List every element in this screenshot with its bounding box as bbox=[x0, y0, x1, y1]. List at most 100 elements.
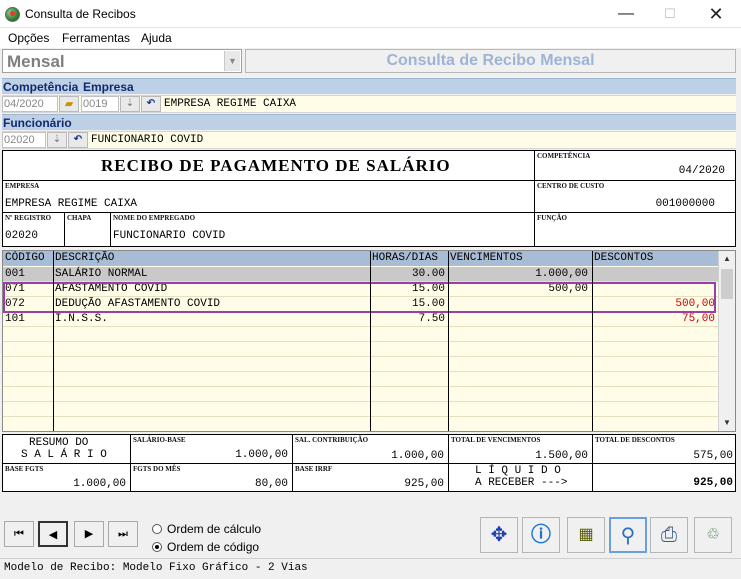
funcionario-name: FUNCIONARIO COVID bbox=[91, 134, 204, 146]
recycle-bin-icon[interactable]: ♲ bbox=[694, 517, 732, 553]
menu-bar: Opções Ferramentas Ajuda bbox=[0, 28, 741, 48]
next-record-button[interactable]: ▶ bbox=[74, 521, 104, 547]
first-record-button[interactable]: ⏮ bbox=[4, 521, 34, 547]
items-grid[interactable]: CÓDIGO DESCRIÇÃO HORAS/DIAS VENCIMENTOS … bbox=[2, 250, 736, 432]
receipt-header: RECIBO DE PAGAMENTO DE SALÁRIO COMPETÊNC… bbox=[2, 150, 736, 247]
centro-custo-cell: CENTRO DE CUSTO 001000000 bbox=[535, 181, 735, 213]
cell-vencimentos: 500,00 bbox=[548, 283, 588, 295]
radio-dot[interactable] bbox=[152, 524, 162, 534]
liquido-value: 925,00 bbox=[693, 477, 733, 489]
total-descontos-value: 575,00 bbox=[693, 450, 733, 462]
radio-dot[interactable] bbox=[152, 542, 162, 552]
cell-descricao: I.N.S.S. bbox=[55, 313, 108, 325]
grid-divider bbox=[592, 251, 593, 431]
empty-row bbox=[3, 417, 719, 431]
base-fgts-label: BASE FGTS bbox=[5, 465, 44, 473]
table-row[interactable]: 072 DEDUÇÃO AFASTAMENTO COVID 15.00 500,00 bbox=[3, 297, 719, 312]
total-vencimentos-cell: TOTAL DE VENCIMENTOS 1.500,00 bbox=[449, 435, 593, 464]
menu-opcoes[interactable]: Opções bbox=[8, 31, 49, 45]
menu-ajuda[interactable]: Ajuda bbox=[141, 31, 172, 45]
undo-icon[interactable]: ↶ bbox=[68, 132, 88, 148]
cell-descontos: 500,00 bbox=[675, 298, 715, 310]
menu-ferramentas[interactable]: Ferramentas bbox=[62, 31, 130, 45]
funcionario-section-header: Funcionário bbox=[2, 114, 736, 130]
printer-icon[interactable]: ⎙ bbox=[650, 517, 688, 553]
undo-icon[interactable]: ↶ bbox=[141, 96, 161, 112]
registro-label: Nº REGISTRO bbox=[5, 214, 52, 222]
cell-codigo: 071 bbox=[5, 283, 25, 295]
registro-value: 02020 bbox=[5, 230, 39, 242]
empty-row bbox=[3, 372, 719, 387]
grid-header: CÓDIGO DESCRIÇÃO HORAS/DIAS VENCIMENTOS … bbox=[3, 251, 719, 266]
chevron-down-icon[interactable]: ▼ bbox=[224, 51, 240, 71]
column-header-descricao: DESCRIÇÃO bbox=[55, 252, 115, 264]
grid-scrollbar[interactable]: ▲ ▼ bbox=[718, 251, 735, 431]
base-fgts-cell: BASE FGTS 1.000,00 bbox=[3, 464, 131, 491]
last-record-button[interactable]: ⏭ bbox=[108, 521, 138, 547]
empresa-label: Empresa bbox=[83, 80, 134, 94]
download-icon[interactable]: ⇣ bbox=[47, 132, 67, 148]
chapa-cell: CHAPA bbox=[65, 213, 111, 246]
app-icon bbox=[5, 7, 20, 22]
cell-descricao: SALÁRIO NORMAL bbox=[55, 268, 148, 280]
calculator-icon[interactable]: ▦ bbox=[567, 517, 605, 553]
nome-empregado-label: NOME DO EMPREGADO bbox=[113, 214, 196, 222]
grid-divider bbox=[448, 251, 449, 431]
radio-ordem-codigo[interactable]: Ordem de código bbox=[152, 540, 259, 554]
info-icon[interactable]: ⓘ bbox=[522, 517, 560, 553]
cell-vencimentos: 1.000,00 bbox=[535, 268, 588, 280]
sal-contribuicao-cell: SAL. CONTRIBUIÇÃO 1.000,00 bbox=[293, 435, 449, 464]
receipt-title: RECIBO DE PAGAMENTO DE SALÁRIO bbox=[101, 156, 451, 175]
funcionario-row: 02020 ⇣ ↶ FUNCIONARIO COVID bbox=[2, 131, 736, 149]
total-vencimentos-label: TOTAL DE VENCIMENTOS bbox=[451, 436, 541, 444]
registro-cell: Nº REGISTRO 02020 bbox=[3, 213, 65, 246]
fgts-mes-value: 80,00 bbox=[254, 478, 288, 490]
mode-select-value: Mensal bbox=[7, 52, 65, 71]
column-header-vencimentos: VENCIMENTOS bbox=[450, 252, 523, 264]
radio-label: Ordem de cálculo bbox=[167, 522, 262, 536]
cell-descricao: AFASTAMENTO COVID bbox=[55, 283, 168, 295]
title-bar: Consulta de Recibos — ☐ ✕ bbox=[0, 0, 741, 28]
nome-empregado-cell: NOME DO EMPREGADO FUNCIONARIO COVID bbox=[111, 213, 535, 246]
base-irrf-label: BASE IRRF bbox=[295, 465, 333, 473]
liquido-label-cell: L Í Q U I D O A RECEBER ---> bbox=[449, 464, 593, 491]
cell-descontos: 75,00 bbox=[681, 313, 715, 325]
maximize-button[interactable]: ☐ bbox=[647, 0, 693, 28]
previous-record-button[interactable]: ◀ bbox=[38, 521, 68, 547]
search-icon[interactable]: ⚲ bbox=[609, 517, 647, 553]
table-row[interactable]: 071 AFASTAMENTO COVID 15.00 500,00 bbox=[3, 282, 719, 297]
salario-base-value: 1.000,00 bbox=[235, 449, 288, 461]
scroll-thumb[interactable] bbox=[721, 269, 733, 299]
cell-horas: 15.00 bbox=[411, 298, 445, 310]
funcionario-code-input[interactable]: 02020 bbox=[2, 132, 46, 148]
centro-custo-value: 001000000 bbox=[655, 198, 715, 210]
resumo-line2: S A L Á R I O bbox=[21, 449, 107, 461]
cell-horas: 7.50 bbox=[418, 313, 445, 325]
download-icon[interactable]: ⇣ bbox=[120, 96, 140, 112]
empresa-label: EMPRESA bbox=[5, 182, 40, 190]
empresa-name: EMPRESA REGIME CAIXA bbox=[164, 98, 297, 110]
liquido-value-cell: 925,00 bbox=[593, 464, 735, 491]
scroll-up-icon[interactable]: ▲ bbox=[719, 251, 735, 267]
scroll-down-icon[interactable]: ▼ bbox=[719, 415, 735, 431]
diamond-arrows-icon[interactable]: ✥ bbox=[480, 517, 518, 553]
liquido-line2: A RECEBER ---> bbox=[475, 477, 568, 489]
mode-select[interactable]: Mensal ▼ bbox=[2, 49, 242, 73]
competencia-label: COMPETÊNCIA bbox=[537, 152, 591, 160]
table-row[interactable]: 101 I.N.S.S. 7.50 75,00 bbox=[3, 312, 719, 327]
table-row[interactable]: 001 SALÁRIO NORMAL 30.00 1.000,00 bbox=[3, 267, 719, 282]
radio-ordem-calculo[interactable]: Ordem de cálculo bbox=[152, 522, 261, 536]
base-irrf-cell: BASE IRRF 925,00 bbox=[293, 464, 449, 491]
competencia-row: 04/2020 ▰ 0019 ⇣ ↶ EMPRESA REGIME CAIXA bbox=[2, 95, 736, 113]
empresa-code-input[interactable]: 0019 bbox=[81, 96, 119, 112]
empty-row bbox=[3, 342, 719, 357]
competencia-input[interactable]: 04/2020 bbox=[2, 96, 58, 112]
nome-empregado-value: FUNCIONARIO COVID bbox=[113, 230, 226, 242]
close-button[interactable]: ✕ bbox=[693, 0, 739, 28]
sal-contribuicao-label: SAL. CONTRIBUIÇÃO bbox=[295, 436, 369, 444]
competencia-section-header: Competência Empresa bbox=[2, 78, 736, 94]
receipt-title-cell: RECIBO DE PAGAMENTO DE SALÁRIO bbox=[3, 151, 535, 181]
cell-codigo: 101 bbox=[5, 313, 25, 325]
folder-open-icon[interactable]: ▰ bbox=[59, 96, 79, 112]
minimize-button[interactable]: — bbox=[603, 0, 649, 28]
